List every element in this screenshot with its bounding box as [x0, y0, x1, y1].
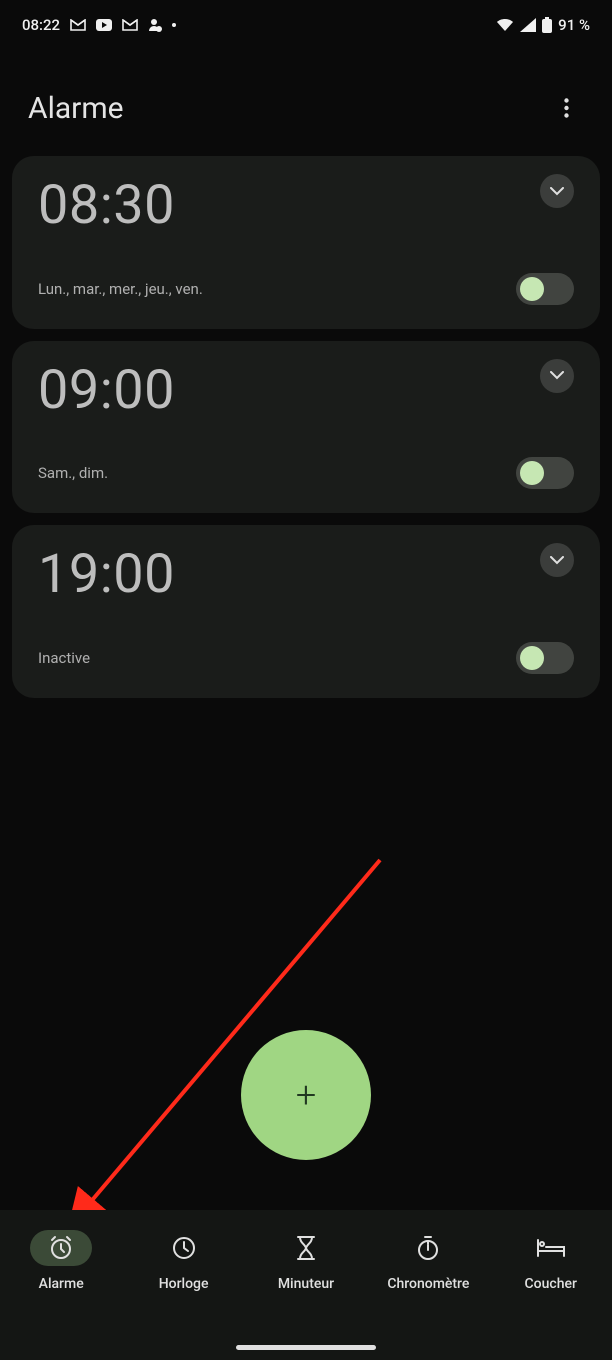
nav-label: Minuteur	[278, 1276, 334, 1292]
expand-button[interactable]	[540, 359, 574, 393]
add-alarm-fab[interactable]: +	[241, 1030, 371, 1160]
hourglass-icon	[295, 1235, 317, 1261]
nav-chronometre[interactable]: Chronomètre	[373, 1230, 483, 1292]
nav-label: Chronomètre	[387, 1276, 469, 1292]
alarm-card[interactable]: 08:30 Lun., mar., mer., jeu., ven.	[12, 156, 600, 329]
gmail-icon	[70, 19, 86, 31]
alarm-time[interactable]: 08:30	[38, 178, 175, 235]
nav-icon-wrap	[520, 1230, 582, 1266]
nav-alarme[interactable]: Alarme	[6, 1230, 116, 1292]
nav-handle[interactable]	[236, 1345, 376, 1350]
plus-icon: +	[296, 1074, 316, 1116]
more-vert-icon	[564, 98, 569, 118]
alarm-toggle[interactable]	[516, 273, 574, 305]
alarm-schedule: Lun., mar., mer., jeu., ven.	[38, 280, 203, 298]
alarm-card[interactable]: 09:00 Sam., dim.	[12, 341, 600, 514]
nav-icon-wrap	[30, 1230, 92, 1266]
nav-coucher[interactable]: Coucher	[496, 1230, 606, 1292]
status-right: 91 %	[496, 16, 590, 34]
youtube-icon	[96, 19, 112, 31]
alarm-card[interactable]: 19:00 Inactive	[12, 525, 600, 698]
alarm-schedule: Sam., dim.	[38, 464, 108, 482]
more-options-button[interactable]	[548, 90, 584, 126]
nav-icon-wrap	[397, 1230, 459, 1266]
chevron-down-icon	[550, 187, 564, 196]
chevron-down-icon	[550, 556, 564, 565]
clock-icon	[171, 1235, 197, 1261]
alarm-toggle[interactable]	[516, 457, 574, 489]
nav-minuteur[interactable]: Minuteur	[251, 1230, 361, 1292]
alarm-time[interactable]: 09:00	[38, 363, 175, 420]
nav-label: Coucher	[525, 1276, 577, 1292]
bottom-nav: Alarme Horloge Minuteur Chronomètre Couc…	[0, 1210, 612, 1360]
chevron-down-icon	[550, 371, 564, 380]
gmail-icon-2	[122, 19, 138, 31]
battery-icon	[542, 17, 552, 33]
alarm-schedule: Inactive	[38, 649, 90, 667]
stopwatch-icon	[415, 1235, 441, 1261]
nav-icon-wrap	[153, 1230, 215, 1266]
signal-icon	[520, 18, 536, 32]
status-bar: 08:22 91 %	[0, 0, 612, 50]
expand-button[interactable]	[540, 543, 574, 577]
nav-horloge[interactable]: Horloge	[129, 1230, 239, 1292]
alarm-toggle[interactable]	[516, 642, 574, 674]
person-notif-icon	[148, 18, 162, 32]
status-time: 08:22	[22, 16, 60, 34]
wifi-icon	[496, 18, 514, 32]
bed-icon	[536, 1237, 566, 1259]
page-header: Alarme	[0, 50, 612, 156]
alarm-list: 08:30 Lun., mar., mer., jeu., ven. 09:00…	[0, 156, 612, 698]
nav-icon-wrap	[275, 1230, 337, 1266]
nav-label: Horloge	[159, 1276, 209, 1292]
nav-label: Alarme	[39, 1276, 84, 1292]
page-title: Alarme	[28, 91, 124, 126]
more-notif-dot	[172, 23, 176, 27]
expand-button[interactable]	[540, 174, 574, 208]
alarm-icon	[48, 1235, 74, 1261]
status-left: 08:22	[22, 16, 176, 34]
battery-pct: 91 %	[558, 16, 590, 34]
alarm-time[interactable]: 19:00	[38, 547, 175, 604]
annotation-arrow	[70, 850, 400, 1230]
